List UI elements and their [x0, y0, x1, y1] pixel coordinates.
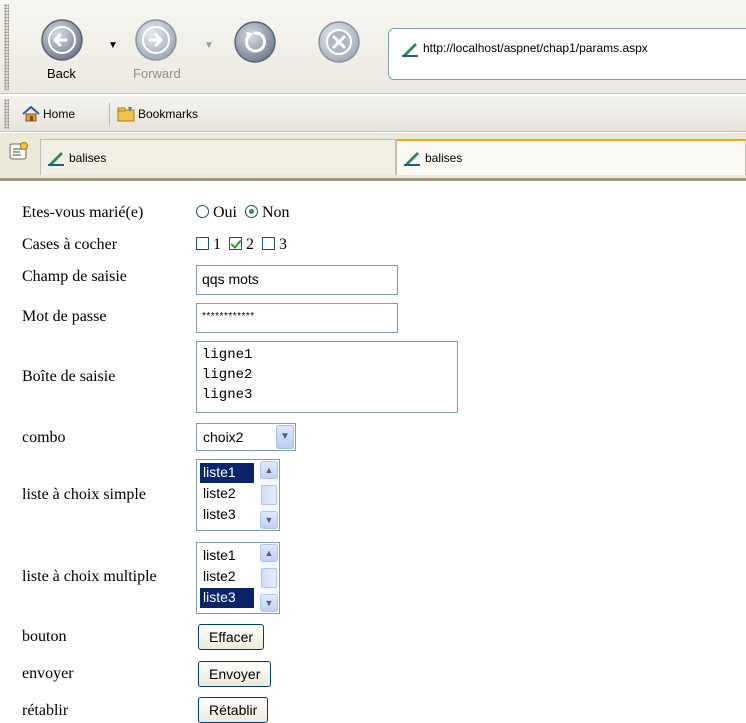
tab-label: balises	[425, 151, 463, 165]
list-option[interactable]: liste3	[200, 588, 254, 608]
scroll-up-icon[interactable]: ▲	[260, 544, 278, 562]
multi-list-scrollbar[interactable]: ▲ ▼	[260, 544, 278, 612]
bookmarks-separator	[109, 103, 110, 125]
back-label: Back	[47, 66, 76, 81]
submit-button[interactable]: Envoyer	[198, 661, 272, 687]
combo-label: combo	[22, 429, 66, 446]
list-option[interactable]: liste2	[200, 567, 254, 587]
scroll-thumb[interactable]	[261, 485, 277, 505]
checkbox-1[interactable]	[196, 237, 209, 250]
clear-button[interactable]: Effacer	[198, 624, 265, 650]
tab-favicon-icon	[404, 152, 420, 166]
tab-favicon-icon	[48, 151, 64, 166]
textarea-line: ligne1	[202, 347, 253, 363]
reload-icon	[234, 21, 276, 63]
radio-oui[interactable]	[196, 205, 209, 218]
radio-oui-label: Oui	[213, 204, 237, 221]
home-label: Home	[43, 107, 76, 121]
toolbar-grip[interactable]	[4, 4, 9, 90]
stop-icon	[318, 21, 360, 63]
reset-button[interactable]: Rétablir	[198, 697, 269, 723]
home-bookmark[interactable]: Home	[22, 106, 75, 122]
home-icon	[22, 106, 40, 122]
scroll-down-icon[interactable]: ▼	[260, 511, 278, 529]
single-list-label: liste à choix simple	[22, 486, 146, 503]
checkbox-1-label: 1	[213, 236, 221, 253]
list-option[interactable]: liste1	[200, 463, 254, 483]
checkbox-3[interactable]	[262, 237, 275, 250]
text-field-input[interactable]: qqs mots	[196, 265, 398, 295]
password-label: Mot de passe	[22, 308, 107, 325]
forward-arrow-icon	[135, 19, 177, 61]
checkboxes-label: Cases à cocher	[22, 236, 118, 253]
password-input[interactable]: ************	[196, 303, 398, 333]
scroll-up-icon[interactable]: ▲	[260, 461, 278, 479]
stop-button[interactable]	[316, 20, 362, 66]
textarea-label: Boîte de saisie	[22, 368, 116, 385]
tab-balises-2[interactable]: balises	[396, 139, 746, 175]
address-url: http://localhost/aspnet/chap1/params.asp…	[423, 41, 648, 55]
navigation-toolbar: Back ▼ Forward ▼ http://localhost/aspnet…	[0, 0, 746, 94]
back-dropdown-icon[interactable]: ▼	[108, 40, 118, 51]
tab-balises-1[interactable]: balises	[40, 139, 396, 175]
list-option[interactable]: liste3	[200, 505, 254, 525]
radio-non-label: Non	[262, 204, 290, 221]
textarea-line: ligne2	[202, 367, 253, 383]
back-button[interactable]	[38, 18, 86, 64]
tab-bar: balises balises	[0, 133, 746, 181]
bookmarks-folder-icon	[117, 107, 135, 122]
list-option[interactable]: liste1	[200, 546, 254, 566]
reload-button[interactable]	[232, 20, 278, 66]
single-listbox[interactable]: liste1 liste2 liste3 ▲ ▼	[196, 459, 280, 531]
checkbox-group: 1 2 3	[196, 236, 287, 254]
new-tab-icon[interactable]	[8, 141, 30, 163]
button-label: bouton	[22, 628, 67, 645]
textarea-input[interactable]: ligne1 ligne2 ligne3	[196, 341, 458, 413]
bookmarks-toolbar: Home Bookmarks	[0, 96, 746, 132]
checkbox-3-label: 3	[279, 236, 287, 253]
forward-button[interactable]	[132, 18, 180, 64]
bookmarks-grip[interactable]	[4, 99, 9, 129]
radio-non[interactable]	[245, 205, 258, 218]
forward-label: Forward	[133, 66, 181, 81]
single-list-scrollbar[interactable]: ▲ ▼	[260, 461, 278, 529]
chevron-down-icon[interactable]: ▼	[276, 425, 294, 449]
combo-select[interactable]: choix2 ▼	[196, 423, 296, 451]
address-bar[interactable]: http://localhost/aspnet/chap1/params.asp…	[388, 28, 746, 80]
text-field-label: Champ de saisie	[22, 268, 127, 285]
list-option[interactable]: liste2	[200, 484, 254, 504]
married-radio-group: Oui Non	[196, 204, 290, 222]
multi-list-label: liste à choix multiple	[22, 568, 157, 585]
textarea-line: ligne3	[202, 387, 253, 403]
multi-listbox[interactable]: liste1 liste2 liste3 ▲ ▼	[196, 542, 280, 614]
reset-label: rétablir	[22, 702, 69, 719]
scroll-down-icon[interactable]: ▼	[260, 594, 278, 612]
married-label: Etes-vous marié(e)	[22, 204, 144, 221]
back-arrow-icon	[41, 19, 83, 61]
checkbox-2-label: 2	[246, 236, 254, 253]
page-favicon-icon	[402, 43, 418, 57]
scroll-thumb[interactable]	[261, 568, 277, 588]
bookmarks-label: Bookmarks	[138, 107, 199, 121]
combo-value: choix2	[203, 429, 244, 445]
submit-label: envoyer	[22, 665, 74, 682]
bookmarks-menu[interactable]: Bookmarks	[117, 106, 198, 122]
tab-label: balises	[69, 150, 107, 165]
forward-dropdown-icon[interactable]: ▼	[204, 40, 214, 51]
checkbox-2[interactable]	[229, 237, 242, 250]
